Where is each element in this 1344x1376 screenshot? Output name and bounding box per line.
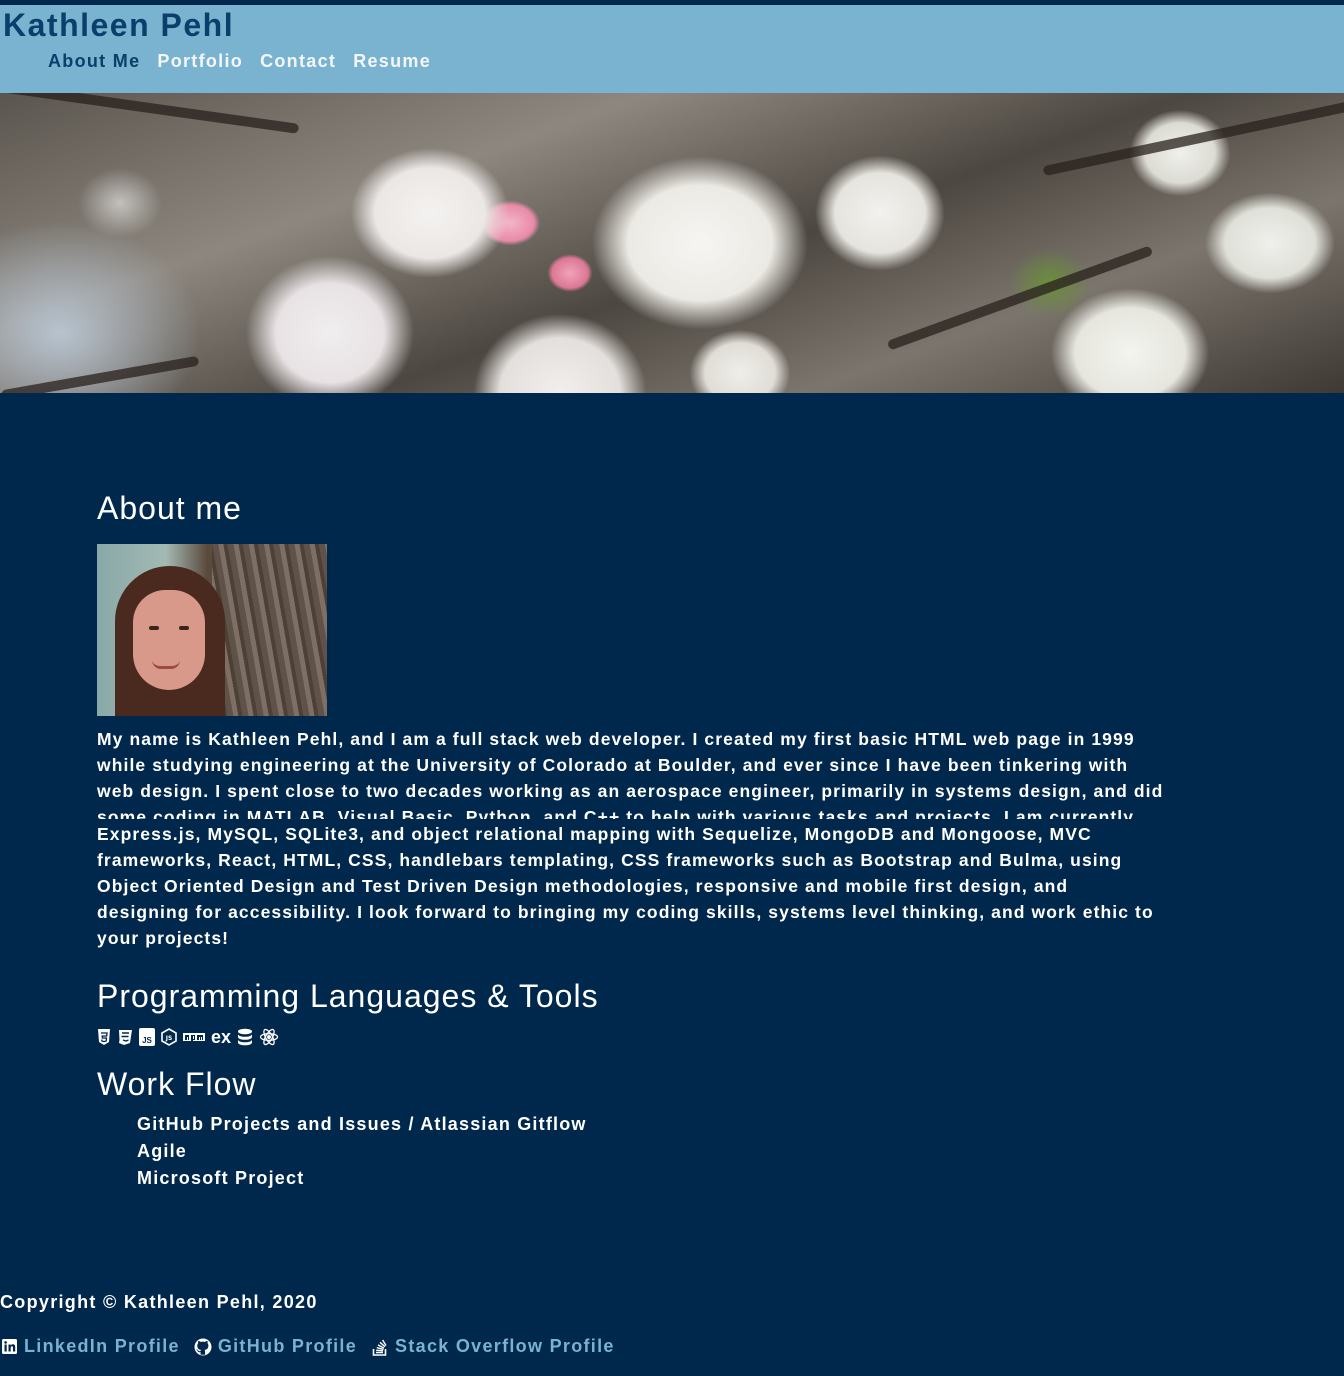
workflow-item: Microsoft Project [137,1168,305,1188]
hero-branch [0,355,200,393]
bio-line: your projects! [97,928,230,948]
linkedin-icon [0,1338,18,1356]
workflow-list: GitHub Projects and Issues / Atlassian G… [137,1113,587,1194]
bio-line: some coding in MATLAB, Visual Basic, Pyt… [97,807,1135,819]
bio-line: designing for accessibility. I look forw… [97,902,1154,922]
languages-icon-row: JS JS ex [97,1026,279,1047]
workflow-item: Agile [137,1141,188,1161]
javascript-icon: JS [139,1028,155,1046]
bio-line: Object Oriented Design and Test Driven D… [97,876,1069,896]
photo-eye [149,626,159,630]
nav-about-me[interactable]: About Me [48,51,140,72]
react-icon [259,1028,279,1046]
photo-eye [179,626,189,630]
bio-line: while studying engineering at the Univer… [97,755,1129,775]
site-header: Kathleen Pehl About Me Portfolio Contact… [0,5,1344,93]
hero-branch [0,93,300,134]
copyright-text: Copyright © Kathleen Pehl, 2020 [0,1292,318,1312]
express-icon: ex [211,1026,232,1047]
github-link[interactable]: GitHub Profile [218,1336,357,1357]
bio-line: Express.js, MySQL, SQLite3, and object r… [97,824,1092,844]
linkedin-link[interactable]: LinkedIn Profile [24,1336,180,1357]
workflow-item: GitHub Projects and Issues / Atlassian G… [137,1114,587,1134]
photo-face [133,590,205,690]
workflow-heading: Work Flow [97,1066,257,1102]
npm-icon [183,1028,205,1046]
bio-line: frameworks, React, HTML, CSS, handlebars… [97,850,1123,870]
main-nav: About Me Portfolio Contact Resume [48,51,431,72]
stackoverflow-icon [371,1338,389,1356]
languages-heading: Programming Languages & Tools [97,978,599,1014]
bio-line: My name is Kathleen Pehl, and I am a ful… [97,729,1135,749]
site-title: Kathleen Pehl [3,7,235,43]
database-icon [237,1028,253,1046]
github-icon [194,1338,212,1356]
stackoverflow-link[interactable]: Stack Overflow Profile [395,1336,615,1357]
bio-paragraph: My name is Kathleen Pehl, and I am a ful… [97,726,1257,951]
hero-branch [1042,99,1344,177]
site-footer: Copyright © Kathleen Pehl, 2020 LinkedIn… [0,1292,1344,1356]
nav-portfolio[interactable]: Portfolio [157,51,243,72]
nav-contact[interactable]: Contact [260,51,336,72]
about-heading: About me [97,490,242,526]
bio-line: web design. I spent close to two decades… [97,781,1164,801]
nodejs-icon: JS [161,1028,177,1046]
photo-tree [212,544,327,716]
nav-resume[interactable]: Resume [353,51,431,72]
html5-icon [97,1028,111,1046]
profile-photo [97,544,327,716]
css3-icon [117,1028,133,1046]
hero-branch [886,245,1154,351]
svg-text:JS: JS [165,1035,173,1042]
hero-banner-image [0,93,1344,393]
footer-links: LinkedIn Profile GitHub Profile Stack Ov… [0,1336,623,1357]
